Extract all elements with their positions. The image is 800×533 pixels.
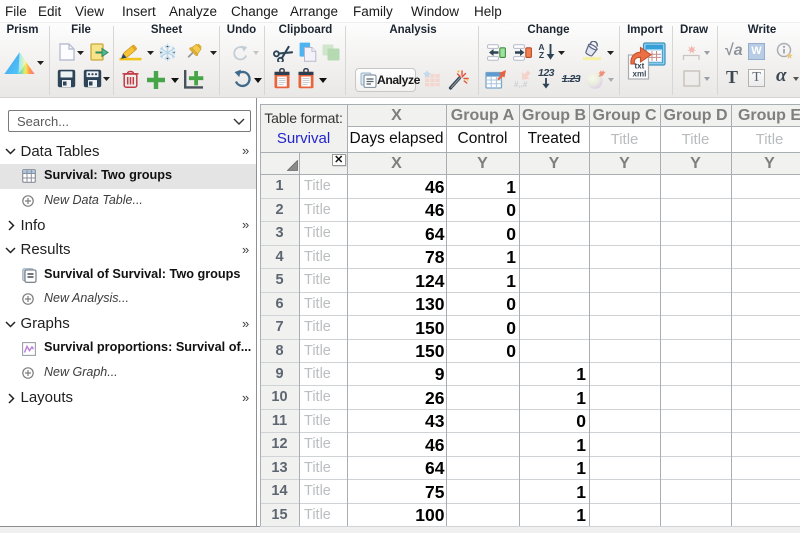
svg-text:xml: xml xyxy=(633,70,647,79)
svg-text:#,.#: #,.# xyxy=(514,80,528,88)
